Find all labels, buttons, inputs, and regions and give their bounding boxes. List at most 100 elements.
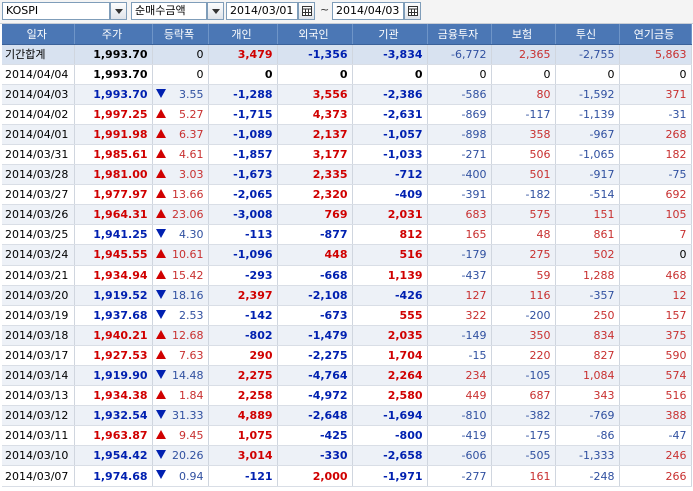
foreign-cell-value: -330: [319, 449, 348, 463]
table-row[interactable]: 2014/03/20 1,919.52 18.16 2,397 -2,108 -426 12…: [2, 285, 692, 306]
trust-cell-value: -1,065: [579, 148, 615, 162]
date-cell-value: 2014/03/17: [5, 348, 69, 362]
table-row[interactable]: 2014/04/03 1,993.70 3.55 -1,288 3,556 -2,386 -…: [2, 84, 692, 105]
down-arrow-icon: [155, 470, 166, 480]
pension-cell-value: 266: [665, 469, 687, 483]
pension-cell: 182: [619, 144, 692, 166]
individual-cell: 290: [208, 345, 278, 367]
table-row[interactable]: 2014/03/19 1,937.68 2.53 -142 -673 555 322 -200…: [2, 305, 692, 326]
institution-cell: 2,035: [352, 325, 428, 346]
pension-cell: 371: [619, 84, 692, 105]
metric-select[interactable]: 순매수금액: [131, 2, 207, 20]
insurance-cell: -105: [491, 365, 556, 387]
up-arrow-icon: [155, 430, 166, 440]
summary-insurance: 2,365: [491, 44, 556, 65]
up-arrow-icon: [155, 108, 166, 118]
metric-dropdown-button[interactable]: [207, 2, 224, 20]
insurance-cell-value: 358: [529, 127, 551, 141]
foreign-cell-value: 2,000: [312, 469, 348, 483]
table-row[interactable]: 2014/03/31 1,985.61 4.61 -1,857 3,177 -1,033 -…: [2, 144, 692, 166]
date-cell: 2014/03/25: [2, 224, 75, 246]
table-row[interactable]: 2014/03/12 1,932.54 31.33 4,889 -2,648 -1,694…: [2, 405, 692, 427]
col-fin-invest[interactable]: 금융투자: [427, 24, 492, 45]
institution-cell-value: 1,704: [387, 348, 423, 362]
col-date[interactable]: 일자: [2, 24, 75, 45]
table-row[interactable]: 2014/03/24 1,945.55 10.61 -1,096 448 516 -179 2…: [2, 244, 692, 266]
up-arrow-icon: [155, 390, 166, 400]
institution-cell-value: -712: [394, 168, 423, 182]
col-insurance[interactable]: 보험: [491, 24, 556, 45]
pension-cell: 692: [619, 184, 692, 206]
table-row[interactable]: 2014/03/21 1,934.94 15.42 -293 -668 1,139 -437…: [2, 265, 692, 286]
change-cell-value: 12.68: [172, 328, 204, 342]
date-to-calendar-button[interactable]: [404, 2, 421, 20]
institution-cell-value: -1,057: [383, 127, 423, 141]
table-row[interactable]: 2014/03/18 1,940.21 12.68 -802 -1,479 2,035 -1…: [2, 325, 692, 346]
individual-cell-value: 2,397: [237, 288, 273, 302]
foreign-cell-value: -2,648: [308, 409, 348, 423]
date-from-calendar-button[interactable]: [298, 2, 315, 20]
table-row[interactable]: 2014/03/07 1,974.68 0.94 -121 2,000 -1,971 -27…: [2, 465, 692, 487]
institution-cell: 1,704: [352, 345, 428, 367]
change-cell: 12.68: [152, 325, 209, 346]
individual-cell-value: -1,715: [233, 107, 273, 121]
institution-cell-value: -1,971: [383, 469, 423, 483]
trust-cell: 151: [555, 204, 620, 226]
summary-individual: 3,479: [208, 44, 278, 65]
foreign-cell: 2,000: [277, 465, 353, 487]
change-cell: 3.03: [152, 164, 209, 186]
institution-cell: -1,971: [352, 465, 428, 487]
trust-cell: 250: [555, 305, 620, 326]
date-cell: 2014/04/02: [2, 104, 75, 125]
insurance-cell: 220: [491, 345, 556, 367]
table-row[interactable]: 2014/03/13 1,934.38 1.84 2,258 -4,972 2,580 44…: [2, 385, 692, 407]
col-price[interactable]: 주가: [74, 24, 153, 45]
table-row[interactable]: 2014/03/25 1,941.25 4.30 -113 -877 812 165 48 86…: [2, 224, 692, 246]
insurance-cell: -117: [491, 104, 556, 125]
fin-invest-cell: -179: [427, 244, 492, 266]
col-foreign[interactable]: 외국인: [277, 24, 353, 45]
table-row[interactable]: 2014/04/02 1,997.25 5.27 -1,715 4,373 -2,631 -…: [2, 104, 692, 125]
fin-invest-cell-value: -869: [461, 107, 487, 121]
pension-cell-value: 12: [672, 288, 687, 302]
price-cell: 1,919.90: [74, 365, 153, 387]
table-row[interactable]: 2014/04/04 1,993.70 0 0 0 0 0 0 0 0: [2, 64, 692, 85]
change-cell: 10.61: [152, 244, 209, 266]
pension-cell-value: 574: [665, 369, 687, 383]
table-row[interactable]: 2014/03/28 1,981.00 3.03 -1,673 2,335 -712 -40…: [2, 164, 692, 186]
pension-cell-value: -75: [668, 168, 687, 182]
fin-invest-cell: 322: [427, 305, 492, 326]
date-to-input[interactable]: 2014/04/03: [332, 2, 404, 20]
table-row[interactable]: 2014/04/01 1,991.98 6.37 -1,089 2,137 -1,057 -…: [2, 124, 692, 145]
col-change[interactable]: 등락폭: [152, 24, 209, 45]
institution-cell: 516: [352, 244, 428, 266]
date-cell: 2014/04/03: [2, 84, 75, 105]
change-cell: 3.55: [152, 84, 209, 105]
table-row[interactable]: 2014/03/26 1,964.31 23.06 -3,008 769 2,031 683…: [2, 204, 692, 226]
price-cell: 1,997.25: [74, 104, 153, 125]
up-arrow-icon: [155, 209, 166, 219]
table-row[interactable]: 2014/03/14 1,919.90 14.48 2,275 -4,764 2,264 2…: [2, 365, 692, 387]
market-select[interactable]: KOSPI: [2, 2, 110, 20]
institution-cell-value: 2,264: [387, 369, 423, 383]
date-cell-value: 2014/03/14: [5, 369, 69, 383]
col-individual[interactable]: 개인: [208, 24, 278, 45]
col-institution[interactable]: 기관: [352, 24, 428, 45]
table-row[interactable]: 2014/03/10 1,954.42 20.26 3,014 -330 -2,658 -6…: [2, 445, 692, 467]
insurance-cell: 59: [491, 265, 556, 286]
fin-invest-cell: 234: [427, 365, 492, 387]
date-from-input[interactable]: 2014/03/01: [226, 2, 298, 20]
table-row[interactable]: 2014/03/27 1,977.97 13.66 -2,065 2,320 -409 -3…: [2, 184, 692, 206]
trust-cell: 343: [555, 385, 620, 407]
market-dropdown-button[interactable]: [110, 2, 127, 20]
individual-cell-value: 3,014: [237, 449, 273, 463]
table-row[interactable]: 2014/03/17 1,927.53 7.63 290 -2,275 1,704 -15 2…: [2, 345, 692, 367]
col-pension[interactable]: 연기금등: [619, 24, 692, 45]
foreign-cell-value: -4,972: [308, 389, 348, 403]
institution-cell: -1,694: [352, 405, 428, 427]
institution-cell: -1,057: [352, 124, 428, 145]
foreign-cell-value: -1,479: [308, 328, 348, 342]
col-trust[interactable]: 투신: [555, 24, 620, 45]
table-row[interactable]: 2014/03/11 1,963.87 9.45 1,075 -425 -800 -419 -…: [2, 425, 692, 447]
date-cell: 2014/04/01: [2, 124, 75, 145]
